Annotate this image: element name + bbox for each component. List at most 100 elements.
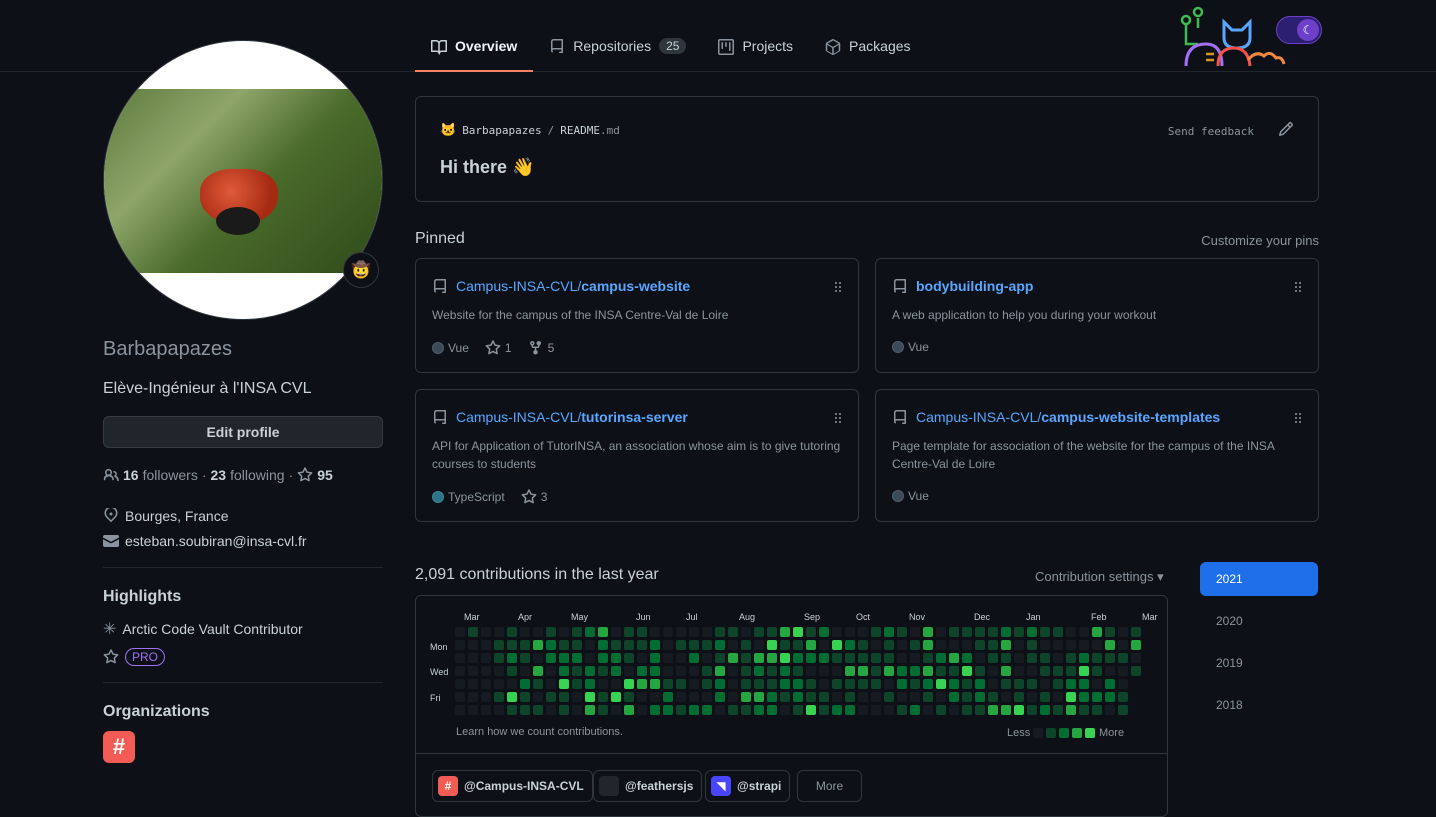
contribution-day-cell[interactable]	[897, 679, 907, 689]
contribution-day-cell[interactable]	[1027, 705, 1037, 715]
contribution-day-cell[interactable]	[728, 692, 738, 702]
contribution-day-cell[interactable]	[1053, 640, 1063, 650]
contribution-day-cell[interactable]	[780, 627, 790, 637]
contribution-day-cell[interactable]	[1066, 627, 1076, 637]
contribution-day-cell[interactable]	[1001, 705, 1011, 715]
contribution-day-cell[interactable]	[585, 640, 595, 650]
contribution-day-cell[interactable]	[819, 666, 829, 676]
edit-profile-button[interactable]: Edit profile	[103, 416, 383, 448]
contribution-day-cell[interactable]	[546, 705, 556, 715]
contribution-day-cell[interactable]	[780, 679, 790, 689]
contribution-day-cell[interactable]	[481, 666, 491, 676]
contribution-day-cell[interactable]	[780, 705, 790, 715]
contribution-day-cell[interactable]	[819, 679, 829, 689]
contribution-day-cell[interactable]	[1027, 666, 1037, 676]
contribution-day-cell[interactable]	[962, 653, 972, 663]
contribution-day-cell[interactable]	[806, 705, 816, 715]
contribution-day-cell[interactable]	[1079, 666, 1089, 676]
activity-org-filter[interactable]: @feathersjs	[593, 770, 703, 802]
contribution-day-cell[interactable]	[858, 653, 868, 663]
contribution-day-cell[interactable]	[832, 679, 842, 689]
drag-handle-icon[interactable]	[830, 410, 846, 426]
contribution-day-cell[interactable]	[455, 705, 465, 715]
contribution-day-cell[interactable]	[767, 666, 777, 676]
contribution-day-cell[interactable]	[884, 705, 894, 715]
contribution-day-cell[interactable]	[611, 653, 621, 663]
contribution-day-cell[interactable]	[468, 705, 478, 715]
contribution-day-cell[interactable]	[533, 640, 543, 650]
contribution-day-cell[interactable]	[1105, 679, 1115, 689]
contribution-day-cell[interactable]	[884, 666, 894, 676]
contribution-day-cell[interactable]	[1014, 679, 1024, 689]
contribution-day-cell[interactable]	[650, 640, 660, 650]
repo-title-link[interactable]: Campus-INSA-CVL/campus-website-templates	[916, 409, 1220, 425]
contribution-day-cell[interactable]	[676, 627, 686, 637]
contribution-day-cell[interactable]	[624, 627, 634, 637]
activity-org-filter[interactable]: ◥ @strapi	[705, 770, 791, 802]
contribution-day-cell[interactable]	[884, 692, 894, 702]
contribution-day-cell[interactable]	[741, 692, 751, 702]
contribution-day-cell[interactable]	[1118, 666, 1128, 676]
contribution-day-cell[interactable]	[1001, 679, 1011, 689]
contribution-day-cell[interactable]	[455, 640, 465, 650]
followers-link[interactable]: 16 followers	[123, 467, 198, 483]
contribution-day-cell[interactable]	[975, 653, 985, 663]
contribution-day-cell[interactable]	[715, 692, 725, 702]
contribution-day-cell[interactable]	[533, 653, 543, 663]
contribution-day-cell[interactable]	[702, 666, 712, 676]
contribution-day-cell[interactable]	[559, 627, 569, 637]
contribution-day-cell[interactable]	[845, 627, 855, 637]
contribution-day-cell[interactable]	[1014, 705, 1024, 715]
contribution-day-cell[interactable]	[611, 627, 621, 637]
contribution-settings-dropdown[interactable]: Contribution settings ▾	[1035, 569, 1164, 585]
contribution-day-cell[interactable]	[1066, 666, 1076, 676]
contribution-day-cell[interactable]	[767, 653, 777, 663]
contribution-day-cell[interactable]	[559, 679, 569, 689]
contribution-day-cell[interactable]	[845, 679, 855, 689]
contribution-day-cell[interactable]	[845, 666, 855, 676]
contribution-day-cell[interactable]	[455, 666, 465, 676]
contribution-day-cell[interactable]	[559, 692, 569, 702]
contribution-day-cell[interactable]	[728, 679, 738, 689]
contribution-day-cell[interactable]	[676, 679, 686, 689]
contribution-day-cell[interactable]	[715, 653, 725, 663]
contribution-day-cell[interactable]	[663, 627, 673, 637]
contribution-day-cell[interactable]	[637, 666, 647, 676]
contribution-day-cell[interactable]	[806, 653, 816, 663]
contribution-day-cell[interactable]	[598, 653, 608, 663]
contribution-day-cell[interactable]	[897, 705, 907, 715]
contribution-day-cell[interactable]	[494, 705, 504, 715]
contribution-day-cell[interactable]	[949, 666, 959, 676]
contribution-day-cell[interactable]	[611, 705, 621, 715]
contribution-day-cell[interactable]	[494, 692, 504, 702]
contribution-day-cell[interactable]	[728, 653, 738, 663]
contribution-day-cell[interactable]	[559, 705, 569, 715]
contribution-day-cell[interactable]	[663, 692, 673, 702]
contribution-day-cell[interactable]	[1105, 666, 1115, 676]
contribution-day-cell[interactable]	[858, 705, 868, 715]
contribution-day-cell[interactable]	[1105, 640, 1115, 650]
contribution-day-cell[interactable]	[832, 653, 842, 663]
contribution-day-cell[interactable]	[741, 653, 751, 663]
contribution-day-cell[interactable]	[728, 627, 738, 637]
contribution-day-cell[interactable]	[858, 692, 868, 702]
contribution-day-cell[interactable]	[871, 666, 881, 676]
contribution-day-cell[interactable]	[1131, 640, 1141, 650]
contribution-day-cell[interactable]	[949, 705, 959, 715]
contribution-day-cell[interactable]	[988, 666, 998, 676]
contribution-day-cell[interactable]	[1053, 666, 1063, 676]
contribution-day-cell[interactable]	[1066, 692, 1076, 702]
contribution-day-cell[interactable]	[1079, 640, 1089, 650]
contribution-day-cell[interactable]	[624, 692, 634, 702]
contribution-day-cell[interactable]	[962, 679, 972, 689]
contribution-day-cell[interactable]	[1027, 627, 1037, 637]
contribution-day-cell[interactable]	[910, 627, 920, 637]
contribution-day-cell[interactable]	[962, 705, 972, 715]
contribution-day-cell[interactable]	[806, 692, 816, 702]
contribution-day-cell[interactable]	[871, 627, 881, 637]
contribution-day-cell[interactable]	[546, 679, 556, 689]
contribution-day-cell[interactable]	[754, 679, 764, 689]
contribution-day-cell[interactable]	[780, 666, 790, 676]
contribution-day-cell[interactable]	[507, 679, 517, 689]
contribution-day-cell[interactable]	[871, 679, 881, 689]
